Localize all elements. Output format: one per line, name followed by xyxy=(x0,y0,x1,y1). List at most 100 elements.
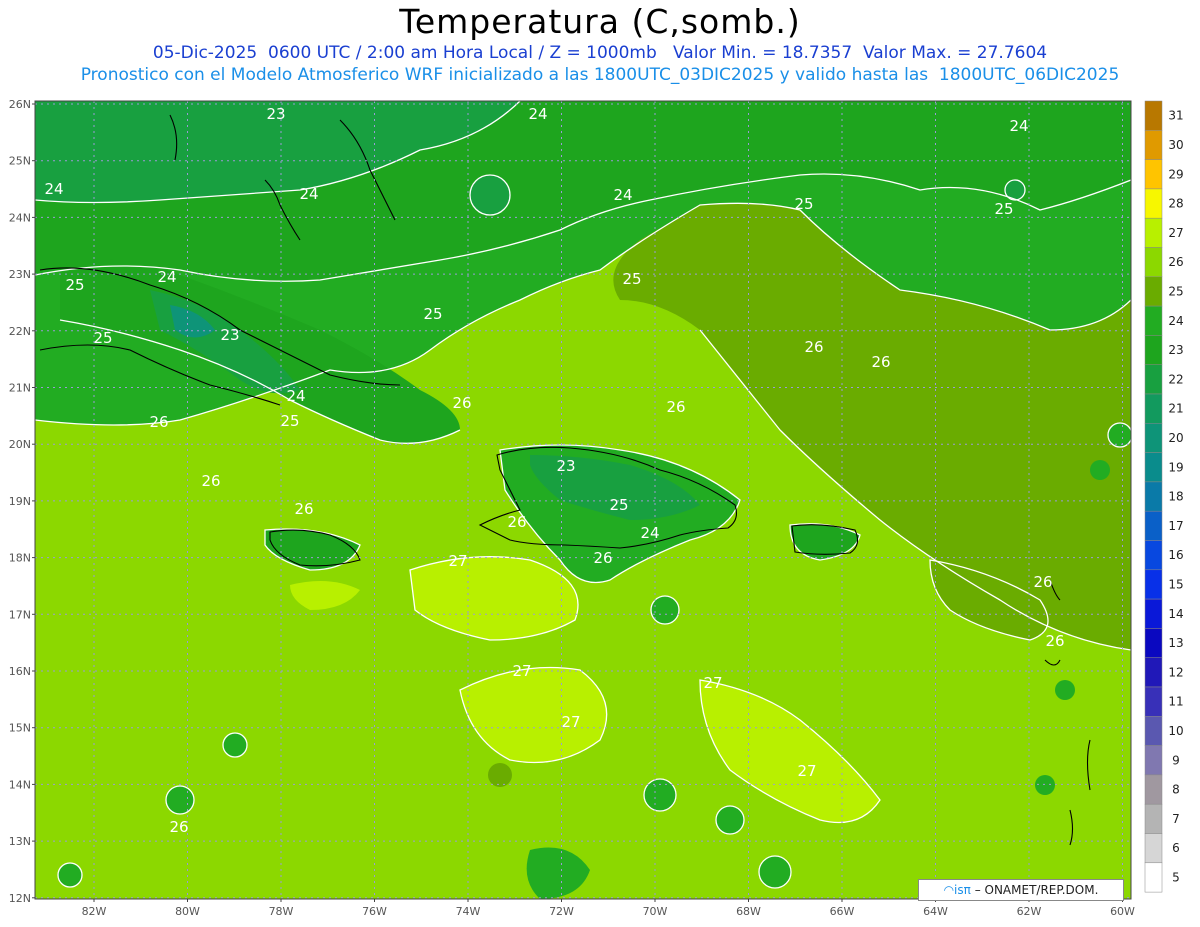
lon-label: 70W xyxy=(643,905,668,918)
colorbar-label: 9 xyxy=(1172,753,1180,767)
colorbar-label: 18 xyxy=(1168,490,1183,504)
colorbar-swatch xyxy=(1144,276,1163,307)
contour-label: 24 xyxy=(299,185,318,203)
contour-label: 27 xyxy=(561,713,580,731)
credit-text: – ONAMET/REP.DOM. xyxy=(974,883,1099,897)
lat-label: 21N xyxy=(9,382,31,395)
contour-label: 24 xyxy=(157,268,176,286)
lon-label: 66W xyxy=(830,905,855,918)
colorbar-swatch xyxy=(1144,364,1163,395)
colorbar-label: 7 xyxy=(1172,812,1180,826)
colorbar-swatch xyxy=(1144,217,1163,248)
lat-label: 26N xyxy=(9,98,31,111)
contour-label: 27 xyxy=(703,674,722,692)
contour-label: 25 xyxy=(423,305,442,323)
colorbar-label: 25 xyxy=(1168,284,1183,298)
contour-label: 26 xyxy=(1045,632,1064,650)
colorbar-label: 16 xyxy=(1168,548,1183,562)
contour-label: 24 xyxy=(528,105,547,123)
colorbar-swatch xyxy=(1144,657,1163,688)
lat-label: 25N xyxy=(9,155,31,168)
contour-label: 27 xyxy=(448,552,467,570)
contour-label: 25 xyxy=(622,270,641,288)
contour-label: 26 xyxy=(507,513,526,531)
colorbar-label: 6 xyxy=(1172,841,1180,855)
colorbar-label: 30 xyxy=(1168,138,1183,152)
lat-label: 12N xyxy=(9,892,31,905)
contour-label: 25 xyxy=(93,329,112,347)
contour-label: 27 xyxy=(797,762,816,780)
lat-label: 18N xyxy=(9,552,31,565)
contour-label: 24 xyxy=(286,387,305,405)
colorbar-label: 10 xyxy=(1168,724,1183,738)
colorbar-label: 21 xyxy=(1168,402,1183,416)
contour-label: 25 xyxy=(794,195,813,213)
colorbar-swatch xyxy=(1144,159,1163,190)
lon-label: 82W xyxy=(82,905,107,918)
lon-label: 74W xyxy=(456,905,481,918)
colorbar-swatch xyxy=(1144,247,1163,278)
colorbar-label: 29 xyxy=(1168,167,1183,181)
colorbar-swatch xyxy=(1144,423,1163,453)
colorbar-swatch xyxy=(1144,774,1163,805)
contour-label: 27 xyxy=(512,662,531,680)
colorbar-swatch xyxy=(1144,716,1163,746)
lat-label: 13N xyxy=(9,835,31,848)
lat-label: 19N xyxy=(9,495,31,508)
colorbar-label: 28 xyxy=(1168,197,1183,211)
colorbar-swatch xyxy=(1144,569,1163,600)
colorbar-label: 13 xyxy=(1168,636,1183,650)
contour-label: 26 xyxy=(169,818,188,836)
contour-label: 26 xyxy=(666,398,685,416)
contour-label: 26 xyxy=(593,549,612,567)
lon-label: 62W xyxy=(1017,905,1042,918)
lat-label: 22N xyxy=(9,325,31,338)
colorbar-label: 19 xyxy=(1168,460,1183,474)
contour-label: 25 xyxy=(280,412,299,430)
colorbar-swatch xyxy=(1144,745,1163,776)
temperature-map: 26N 25N 24N 23N 22N 21N 20N 19N 18N 17N 16N 15N 14N 1… xyxy=(9,98,1184,918)
colorbar-swatch xyxy=(1144,598,1163,629)
lat-label: 23N xyxy=(9,268,31,281)
lon-label: 64W xyxy=(923,905,948,918)
lon-label: 60W xyxy=(1110,905,1135,918)
contour-label: 26 xyxy=(871,353,890,371)
contour-label: 24 xyxy=(1009,117,1028,135)
colorbar-swatch xyxy=(1144,803,1163,834)
lat-label: 16N xyxy=(9,665,31,678)
colorbar-label: 17 xyxy=(1168,519,1183,533)
contour-label: 26 xyxy=(201,472,220,490)
colorbar-label: 14 xyxy=(1168,607,1183,621)
colorbar-label: 8 xyxy=(1172,783,1180,797)
lat-label: 14N xyxy=(9,778,31,791)
contour-label: 25 xyxy=(609,496,628,514)
colorbar-swatch xyxy=(1144,862,1163,893)
colorbar-label: 23 xyxy=(1168,343,1183,357)
lat-label: 15N xyxy=(9,722,31,735)
contour-label: 24 xyxy=(613,186,632,204)
colorbar-label: 26 xyxy=(1168,255,1183,269)
lat-label: 20N xyxy=(9,438,31,451)
colorbar-label: 11 xyxy=(1168,695,1183,709)
lon-label: 72W xyxy=(549,905,574,918)
lon-label: 78W xyxy=(269,905,294,918)
lon-label: 68W xyxy=(736,905,761,918)
contour-label: 25 xyxy=(994,200,1013,218)
colorbar-swatch xyxy=(1144,335,1163,365)
colorbar-label: 5 xyxy=(1172,870,1180,884)
colorbar-swatch xyxy=(1144,100,1163,131)
lat-label: 24N xyxy=(9,211,31,224)
contour-label: 23 xyxy=(266,105,285,123)
colorbar-swatch xyxy=(1144,188,1163,219)
colorbar-swatch xyxy=(1144,540,1163,571)
colorbar-label: 20 xyxy=(1168,431,1183,445)
colorbar-label: 27 xyxy=(1168,226,1183,240)
contour-label: 24 xyxy=(640,524,659,542)
colorbar-label: 31 xyxy=(1168,109,1183,123)
contour-label: 26 xyxy=(804,338,823,356)
color-bar: 31 30 29 28 27 26 25 24 23 22 21 20 19 18 17 16 15 14 13 12… xyxy=(1144,100,1184,893)
colorbar-swatch xyxy=(1144,628,1163,658)
colorbar-swatch xyxy=(1144,305,1163,336)
contour-label: 26 xyxy=(149,413,168,431)
colorbar-label: 22 xyxy=(1168,372,1183,386)
